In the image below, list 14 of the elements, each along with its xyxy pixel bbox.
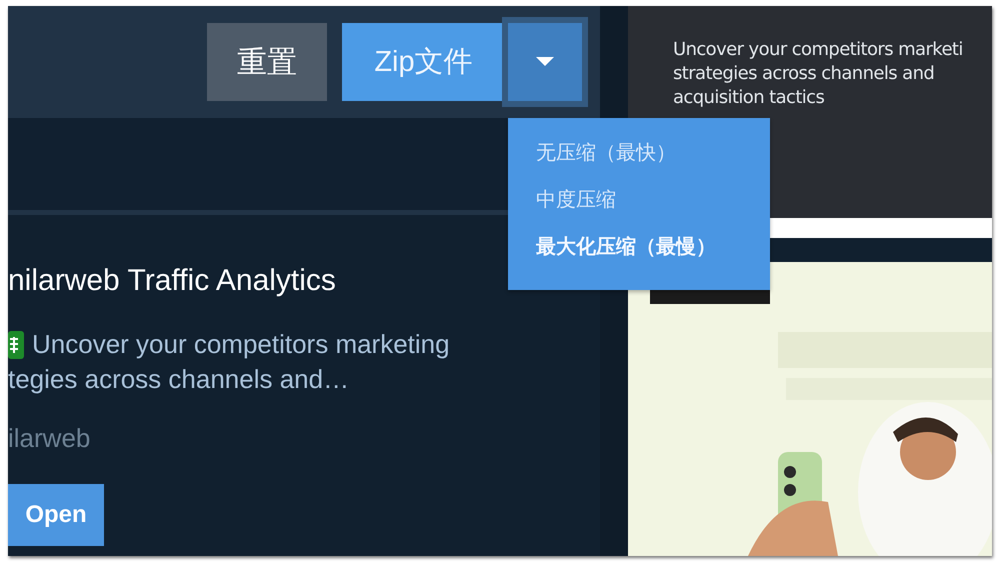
ad-icon <box>8 330 24 358</box>
format-button[interactable]: Zip文件 <box>342 23 505 101</box>
result-description-line: tegies across channels and… <box>8 363 350 396</box>
open-button[interactable]: Open <box>8 484 104 546</box>
dropdown-toggle-button[interactable] <box>502 17 588 107</box>
menu-item[interactable]: 无压缩（最快） <box>536 140 676 165</box>
promo-text: Uncover your competitors marketi strategies across channels and acquisition tactics <box>673 38 964 110</box>
result-source: ilarweb <box>8 422 92 454</box>
reset-button[interactable]: 重置 <box>207 23 327 101</box>
result-description-line: Uncover your competitors marketing <box>32 328 450 361</box>
caret-icon <box>536 57 554 67</box>
menu-item[interactable]: 中度压缩 <box>536 187 616 212</box>
menu-item[interactable]: 最大化压缩（最慢） <box>536 234 716 259</box>
result-title: nilarweb Traffic Analytics <box>8 263 337 299</box>
